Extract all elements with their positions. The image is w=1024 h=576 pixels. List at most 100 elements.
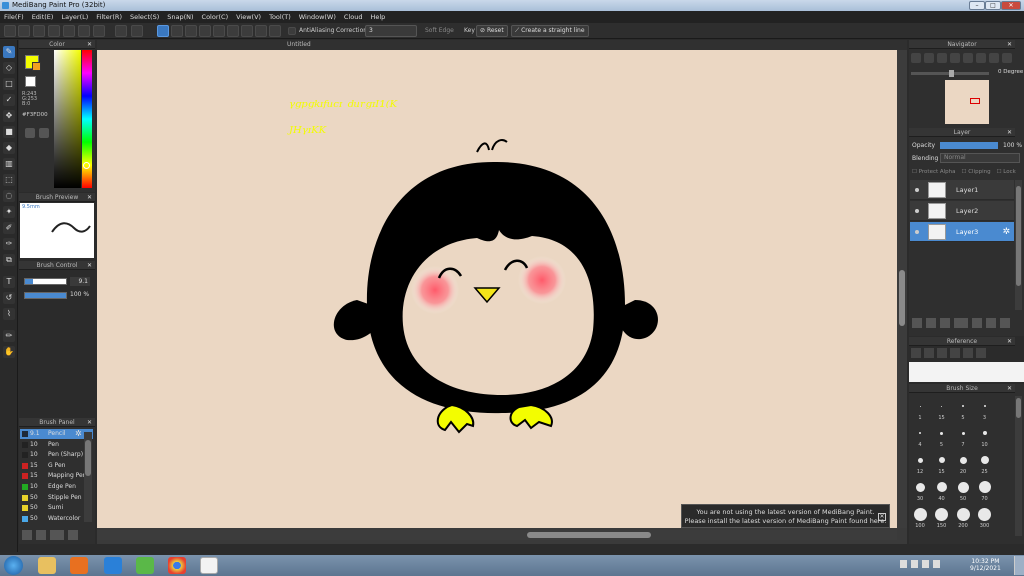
menu-help[interactable]: Help [370,11,385,23]
menu-view[interactable]: View(V) [236,11,261,23]
home-icon[interactable] [4,25,16,37]
brush-menu-icon[interactable] [50,530,64,540]
snap-circle-icon[interactable] [241,25,253,37]
rotate-left-icon[interactable] [963,53,973,63]
rotate-right-icon[interactable] [976,53,986,63]
brush-list-scrollbar[interactable] [84,432,92,522]
flag-icon[interactable] [933,560,940,568]
menu-file[interactable]: File(F) [4,11,24,23]
network-icon[interactable] [911,560,918,568]
soft-edge-label[interactable]: Soft Edge [425,27,454,34]
close-reference-icon[interactable] [937,348,947,358]
reset-view-icon[interactable] [1002,53,1012,63]
select-tool-icon[interactable]: ⬚ [3,174,15,186]
menu-edit[interactable]: Edit(E) [32,11,54,23]
navigator-thumbnail[interactable] [945,80,989,124]
internet-explorer-icon[interactable] [104,557,122,574]
cloud-save-icon[interactable] [63,25,75,37]
brush-list-item[interactable]: 10 Pen (Sharp) [20,450,93,460]
saturation-value-picker[interactable] [54,50,81,188]
menu-snap[interactable]: Snap(N) [167,11,193,23]
text-tool-icon[interactable]: T [3,276,15,288]
straight-line-button[interactable]: ⟋ Create a straight line [511,25,589,37]
new-file-icon[interactable] [18,25,30,37]
clock[interactable]: 10:32 PM 9/12/2021 [970,558,1001,572]
brush-list-item[interactable]: 10 Edge Pen [20,482,93,492]
brush-size-option[interactable] [982,431,987,435]
brush-settings-gear-icon[interactable]: ✲ [75,429,82,439]
menu-select[interactable]: Select(S) [130,11,159,23]
brush-size-option[interactable] [938,457,945,463]
select-check-icon[interactable]: ✓ [3,94,15,106]
save-icon[interactable] [48,25,60,37]
file-explorer-icon[interactable] [38,557,56,574]
select-pen-icon[interactable]: ✐ [3,222,15,234]
chrome-icon[interactable] [168,557,186,574]
layer-row[interactable]: Layer1 [910,180,1014,200]
close-icon[interactable]: ✕ [1007,40,1012,49]
snap-focus-icon[interactable] [227,25,239,37]
move-tool-icon[interactable]: ✥ [3,110,15,122]
snap-perspective-icon[interactable] [199,25,211,37]
open-reference-icon[interactable] [924,348,934,358]
snap-radial-icon[interactable] [213,25,225,37]
grid-icon[interactable] [93,25,105,37]
close-button[interactable]: ✕ [1001,1,1021,10]
visibility-eye-icon[interactable] [915,188,919,192]
brush-size-option[interactable] [962,405,964,407]
layer-settings-gear-icon[interactable]: ✲ [1002,222,1010,242]
brush-size-option[interactable] [941,405,942,407]
snap-off-icon[interactable] [157,25,169,37]
brush-size-option[interactable] [919,405,921,407]
brush-list-item[interactable]: 15 G Pen [20,461,93,471]
layer-row[interactable]: Layer2 [910,201,1014,221]
reset-button[interactable]: ⊘ Reset [476,25,508,37]
blending-select[interactable]: Normal [940,153,1020,163]
brush-size-option[interactable] [978,481,991,493]
antialias-checkbox[interactable] [288,27,296,35]
close-icon[interactable]: ✕ [1007,337,1012,346]
brush-list-item[interactable]: 15 Mapping Pen [20,471,93,481]
document-tab[interactable]: Untitled [97,40,907,50]
hue-handle[interactable] [83,162,90,169]
hex-value[interactable]: #F3FD00 [22,112,48,118]
visibility-eye-icon[interactable] [915,230,919,234]
rect-select-tool-icon[interactable]: □ [3,78,15,90]
delete-brush-icon[interactable] [68,530,78,540]
white-swatch[interactable] [25,76,36,87]
snap-parallel-icon[interactable] [171,25,183,37]
fit-window-icon[interactable] [937,53,947,63]
visibility-eye-icon[interactable] [915,209,919,213]
close-icon[interactable]: ✕ [87,193,92,202]
notification-close-icon[interactable]: ✕ [878,513,886,521]
brush-size-option[interactable] [983,405,986,407]
bucket-tool-icon[interactable]: ◆ [3,142,15,154]
brush-list-item[interactable]: 50 Watercolor [20,514,93,524]
brush-size-option[interactable] [978,507,991,521]
brush-size-option[interactable] [980,456,989,464]
color-palette-icon[interactable] [39,128,49,138]
media-player-icon[interactable] [70,557,88,574]
new-layer-icon[interactable] [912,318,922,328]
medibang-icon[interactable] [200,557,218,574]
gradient-tool-icon[interactable]: ▥ [3,158,15,170]
menu-layer[interactable]: Layer(L) [61,11,88,23]
clipping-checkbox[interactable]: ☐ Clipping [962,169,991,175]
green-app-icon[interactable] [136,557,154,574]
zoom-out-icon[interactable] [924,53,934,63]
brush-size-option[interactable] [959,456,967,464]
snap-settings-icon[interactable] [269,25,281,37]
hand-tool-icon[interactable]: ✋ [3,346,15,358]
close-icon[interactable]: ✕ [87,40,92,49]
menu-cloud[interactable]: Cloud [344,11,363,23]
maximize-button[interactable]: □ [985,1,1001,10]
folder-icon[interactable] [972,318,982,328]
volume-icon[interactable] [922,560,929,568]
fill-shape-icon[interactable]: ■ [3,126,15,138]
brush-size-option[interactable] [957,481,969,493]
brush-size-option[interactable] [915,482,925,492]
start-button-icon[interactable] [4,556,23,575]
new-8bit-layer-icon[interactable] [940,318,950,328]
brush-size-slider[interactable] [24,278,67,285]
add-brush-icon[interactable] [22,530,32,540]
